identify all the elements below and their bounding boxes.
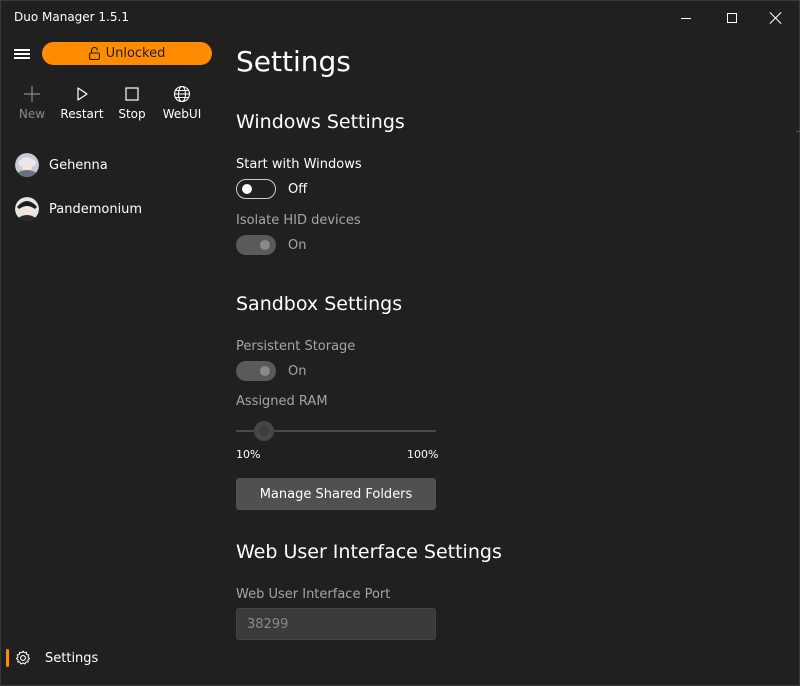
app-window: Duo Manager 1.5.1 Unlocked New Restart S… bbox=[0, 0, 800, 686]
web-port-input[interactable]: 38299 bbox=[236, 608, 436, 640]
restart-button[interactable]: Restart bbox=[54, 85, 110, 125]
assigned-ram-label: Assigned RAM bbox=[236, 394, 328, 409]
section-title-sandbox: Sandbox Settings bbox=[236, 293, 403, 315]
persistent-storage-label: Persistent Storage bbox=[236, 339, 356, 354]
stop-button[interactable]: Stop bbox=[110, 85, 154, 125]
unlock-button-label: Unlocked bbox=[105, 46, 166, 61]
profile-name: Gehenna bbox=[49, 157, 108, 173]
play-icon bbox=[77, 87, 88, 101]
webui-button[interactable]: WebUI bbox=[154, 85, 210, 125]
toggle-state-text: Off bbox=[288, 181, 308, 197]
isolate-hid-toggle[interactable] bbox=[236, 235, 276, 255]
profile-item-pandemonium[interactable]: Pandemonium bbox=[1, 187, 223, 231]
start-with-windows-toggle[interactable] bbox=[236, 179, 276, 199]
start-with-windows-label: Start with Windows bbox=[236, 157, 362, 172]
maximize-button[interactable] bbox=[709, 1, 755, 35]
toggle-state-text: On bbox=[288, 237, 307, 253]
assigned-ram-slider[interactable] bbox=[236, 420, 436, 442]
section-title-web: Web User Interface Settings bbox=[236, 541, 502, 563]
new-button[interactable]: New bbox=[10, 85, 54, 125]
webui-button-label: WebUI bbox=[162, 107, 202, 121]
selection-indicator bbox=[6, 649, 9, 667]
new-button-label: New bbox=[18, 107, 46, 121]
persistent-storage-toggle-row: On bbox=[236, 361, 306, 381]
stop-icon bbox=[125, 87, 139, 101]
profile-name: Pandemonium bbox=[49, 201, 143, 217]
minimize-button[interactable] bbox=[663, 1, 709, 35]
close-icon bbox=[770, 12, 782, 24]
slider-thumb[interactable] bbox=[254, 421, 274, 441]
start-with-windows-toggle-row: Off bbox=[236, 179, 307, 199]
window-title: Duo Manager 1.5.1 bbox=[14, 10, 129, 24]
slider-min-label: 10% bbox=[236, 448, 261, 461]
plus-icon bbox=[24, 86, 40, 102]
isolate-hid-toggle-row: On bbox=[236, 235, 306, 255]
profile-list: Gehenna Pandemonium bbox=[1, 143, 223, 231]
gear-icon bbox=[15, 650, 31, 665]
section-title-windows: Windows Settings bbox=[236, 111, 405, 133]
stop-button-label: Stop bbox=[118, 107, 146, 121]
sidebar-item-label: Settings bbox=[45, 650, 99, 666]
close-button[interactable] bbox=[753, 1, 799, 35]
sidebar-item-settings[interactable]: Settings bbox=[6, 643, 218, 673]
globe-icon bbox=[173, 85, 191, 103]
avatar bbox=[15, 197, 39, 221]
unlocked-lock-icon bbox=[88, 47, 100, 60]
web-port-label: Web User Interface Port bbox=[236, 587, 391, 602]
restart-button-label: Restart bbox=[60, 107, 104, 121]
hamburger-menu-icon[interactable] bbox=[14, 48, 30, 60]
toolbar: New Restart Stop WebUI bbox=[10, 85, 210, 125]
toggle-state-text: On bbox=[288, 363, 307, 379]
isolate-hid-label: Isolate HID devices bbox=[236, 213, 361, 228]
persistent-storage-toggle[interactable] bbox=[236, 361, 276, 381]
avatar bbox=[15, 153, 39, 177]
unlock-button[interactable]: Unlocked bbox=[42, 42, 212, 65]
manage-shared-folders-button[interactable]: Manage Shared Folders bbox=[236, 478, 436, 510]
minimize-icon bbox=[681, 17, 691, 19]
profile-item-gehenna[interactable]: Gehenna bbox=[1, 143, 223, 187]
title-bar[interactable]: Duo Manager 1.5.1 bbox=[1, 1, 799, 35]
divider bbox=[796, 131, 800, 132]
maximize-icon bbox=[727, 13, 737, 23]
slider-max-label: 100% bbox=[407, 448, 439, 461]
page-title: Settings bbox=[236, 45, 351, 78]
sidebar: Unlocked New Restart Stop WebUI Gehenna … bbox=[1, 35, 223, 685]
